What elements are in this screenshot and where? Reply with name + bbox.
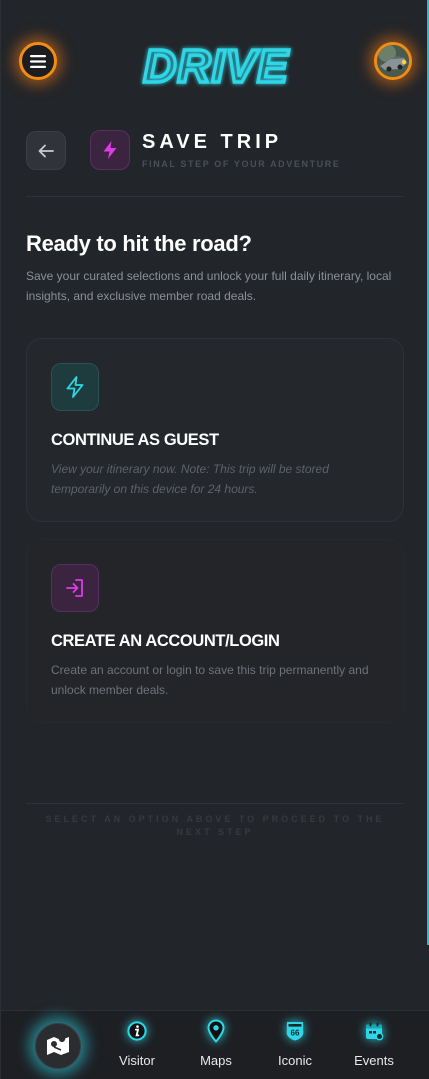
calendar-icon	[362, 1018, 386, 1044]
arrow-left-icon	[38, 144, 54, 157]
nav-label-visitor: Visitor	[119, 1053, 155, 1068]
divider	[26, 196, 404, 197]
route-66-icon: 66	[283, 1018, 307, 1044]
guest-option-title: CONTINUE AS GUEST	[51, 431, 219, 449]
nav-item-visitor[interactable]: Visitor	[102, 1018, 172, 1068]
route-map-icon	[47, 1035, 69, 1055]
save-trip-bolt-badge	[90, 130, 130, 170]
nav-item-iconic[interactable]: 66 Iconic	[260, 1018, 330, 1068]
account-option-title: CREATE AN ACCOUNT/LOGIN	[51, 632, 280, 650]
car-avatar-icon	[377, 45, 409, 77]
svg-text:66: 66	[291, 1029, 300, 1038]
nav-item-events[interactable]: Events	[339, 1018, 409, 1068]
create-account-card[interactable]: CREATE AN ACCOUNT/LOGIN Create an accoun…	[26, 539, 404, 723]
info-icon	[125, 1018, 149, 1044]
map-pin-icon	[204, 1018, 228, 1044]
login-icon	[66, 579, 83, 597]
menu-button[interactable]	[19, 42, 57, 80]
nav-label-iconic: Iconic	[278, 1053, 312, 1068]
home-map-button[interactable]	[35, 1023, 81, 1069]
app-screen: DRIVE SAVE TRIP FINAL STEP OF YOUR ADVEN…	[0, 0, 429, 1079]
footer-note: SELECT AN OPTION ABOVE TO PROCEED TO THE…	[45, 814, 385, 837]
hamburger-menu-icon	[30, 54, 46, 68]
user-avatar[interactable]	[374, 42, 412, 80]
drive-logo: DRIVE	[142, 38, 290, 90]
svg-text:DRIVE: DRIVE	[143, 40, 289, 90]
guest-option-description: View your itinerary now. Note: This trip…	[51, 462, 329, 496]
nav-label-maps: Maps	[200, 1053, 232, 1068]
login-icon-box	[51, 564, 99, 612]
account-option-description: Create an account or login to save this …	[51, 663, 369, 697]
bolt-icon	[103, 141, 117, 159]
divider	[26, 803, 404, 804]
nav-label-events: Events	[354, 1053, 394, 1068]
intro-text: Save your curated selections and unlock …	[26, 269, 392, 303]
page-subtitle: FINAL STEP OF YOUR ADVENTURE	[142, 159, 341, 169]
nav-item-maps[interactable]: Maps	[181, 1018, 251, 1068]
guest-icon-box	[51, 363, 99, 411]
continue-as-guest-card[interactable]: CONTINUE AS GUEST View your itinerary no…	[26, 338, 404, 522]
page-title: SAVE TRIP	[142, 131, 283, 153]
bolt-icon	[66, 376, 84, 398]
main-heading: Ready to hit the road?	[26, 231, 252, 256]
back-button[interactable]	[26, 131, 66, 170]
